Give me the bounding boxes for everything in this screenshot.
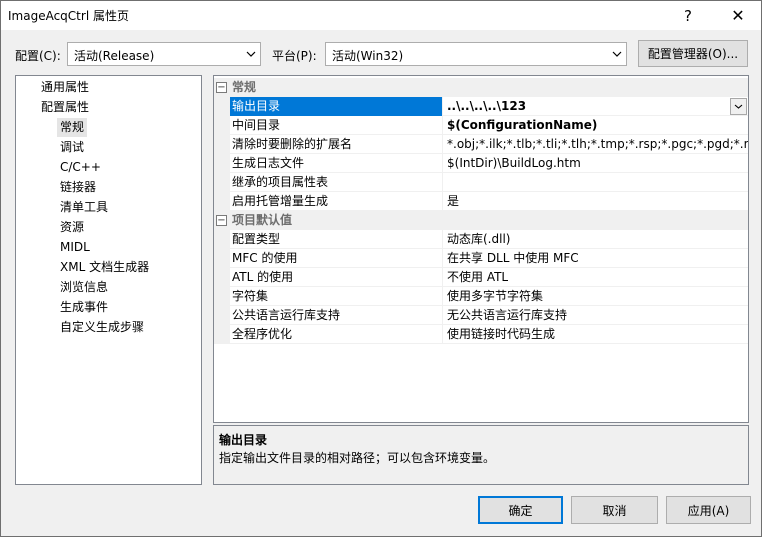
property-name: 输出目录 xyxy=(230,97,443,116)
property-row-build-log-file[interactable]: 生成日志文件 $(IntDir)\BuildLog.htm xyxy=(214,154,748,173)
category-label: 项目默认值 xyxy=(232,213,293,227)
tree-item-linker[interactable]: 链接器 xyxy=(57,178,99,197)
property-value[interactable]: 无公共语言运行库支持 xyxy=(444,306,748,325)
property-name: 清除时要删除的扩展名 xyxy=(230,135,443,154)
tree-item-midl[interactable]: MIDL xyxy=(57,238,93,257)
configuration-label: 配置(C): xyxy=(15,49,61,63)
cancel-button[interactable]: 取消 xyxy=(571,496,658,524)
property-name: 公共语言运行库支持 xyxy=(230,306,443,325)
configuration-manager-button[interactable]: 配置管理器(O)... xyxy=(638,40,748,67)
property-tree: 通用属性 配置属性 常规 调试 C/C++ 链接器 清单工具 资源 MIDL X… xyxy=(15,75,202,485)
property-row-managed-incremental-build[interactable]: 启用托管增量生成 是 xyxy=(214,192,748,211)
category-label: 常规 xyxy=(232,80,257,94)
ok-button[interactable]: 确定 xyxy=(478,496,563,524)
tree-item-debugging[interactable]: 调试 xyxy=(57,138,87,157)
apply-button[interactable]: 应用(A) xyxy=(666,496,751,524)
property-value[interactable] xyxy=(444,173,748,192)
chevron-down-icon xyxy=(242,43,260,65)
property-value[interactable]: 使用多字节字符集 xyxy=(444,287,748,306)
property-value[interactable]: $(ConfigurationName) xyxy=(444,116,748,135)
help-button[interactable]: ? xyxy=(671,1,705,30)
tree-item-resources[interactable]: 资源 xyxy=(57,218,87,237)
property-value[interactable]: 不使用 ATL xyxy=(444,268,748,287)
description-pane: 输出目录 指定输出文件目录的相对路径；可以包含环境变量。 xyxy=(213,425,749,485)
property-row-inherited-property-sheets[interactable]: 继承的项目属性表 xyxy=(214,173,748,192)
property-value[interactable]: 使用链接时代码生成 xyxy=(444,325,748,344)
property-row-output-directory[interactable]: 输出目录 ..\..\..\..\123 xyxy=(214,97,748,116)
tree-item-xml-doc-generator[interactable]: XML 文档生成器 xyxy=(57,258,152,277)
configuration-value: 活动(Release) xyxy=(74,49,155,63)
property-pages-window: ImageAcqCtrl 属性页 ? ✕ 配置(C): 活动(Release) … xyxy=(0,0,762,537)
tree-item-custom-build-step[interactable]: 自定义生成步骤 xyxy=(57,318,147,337)
property-value[interactable]: *.obj;*.ilk;*.tlb;*.tli;*.tlh;*.tmp;*.rs… xyxy=(444,135,748,154)
title-bar: ImageAcqCtrl 属性页 ? ✕ xyxy=(1,1,761,30)
property-row-whole-program-optimization[interactable]: 全程序优化 使用链接时代码生成 xyxy=(214,325,748,344)
tree-item-common-properties[interactable]: 通用属性 xyxy=(38,78,92,97)
platform-label: 平台(P): xyxy=(272,49,317,63)
tree-item-c-cpp[interactable]: C/C++ xyxy=(57,158,104,177)
property-name: 生成日志文件 xyxy=(230,154,443,173)
property-row-character-set[interactable]: 字符集 使用多字节字符集 xyxy=(214,287,748,306)
window-title: ImageAcqCtrl 属性页 xyxy=(8,9,129,23)
property-name: 中间目录 xyxy=(230,116,443,135)
category-general[interactable]: − 常规 xyxy=(214,78,748,97)
property-row-intermediate-directory[interactable]: 中间目录 $(ConfigurationName) xyxy=(214,116,748,135)
platform-value: 活动(Win32) xyxy=(332,49,404,63)
property-row-extensions-to-delete[interactable]: 清除时要删除的扩展名 *.obj;*.ilk;*.tlb;*.tli;*.tlh… xyxy=(214,135,748,154)
property-row-use-of-mfc[interactable]: MFC 的使用 在共享 DLL 中使用 MFC xyxy=(214,249,748,268)
property-grid: − 常规 输出目录 ..\..\..\..\123 中间目录 $(Configu… xyxy=(213,75,749,423)
tree-item-configuration-properties[interactable]: 配置属性 xyxy=(38,98,92,117)
tree-item-general[interactable]: 常规 xyxy=(57,118,88,137)
property-value[interactable]: 在共享 DLL 中使用 MFC xyxy=(444,249,748,268)
property-name: 全程序优化 xyxy=(230,325,443,344)
property-name: 字符集 xyxy=(230,287,443,306)
property-row-clr-support[interactable]: 公共语言运行库支持 无公共语言运行库支持 xyxy=(214,306,748,325)
property-name: 继承的项目属性表 xyxy=(230,173,443,192)
description-title: 输出目录 xyxy=(219,433,268,447)
chevron-down-icon[interactable] xyxy=(730,98,747,115)
tree-item-browse-information[interactable]: 浏览信息 xyxy=(57,278,111,297)
property-value[interactable]: ..\..\..\..\123 xyxy=(444,97,748,116)
property-row-use-of-atl[interactable]: ATL 的使用 不使用 ATL xyxy=(214,268,748,287)
collapse-icon[interactable]: − xyxy=(216,215,227,226)
property-name: MFC 的使用 xyxy=(230,249,443,268)
property-value[interactable]: 是 xyxy=(444,192,748,211)
property-name: 配置类型 xyxy=(230,230,443,249)
category-project-defaults[interactable]: − 项目默认值 xyxy=(214,211,748,230)
property-value[interactable]: $(IntDir)\BuildLog.htm xyxy=(444,154,748,173)
property-name: ATL 的使用 xyxy=(230,268,443,287)
property-name: 启用托管增量生成 xyxy=(230,192,443,211)
collapse-icon[interactable]: − xyxy=(216,82,227,93)
platform-dropdown[interactable]: 活动(Win32) xyxy=(325,42,627,66)
property-value[interactable]: 动态库(.dll) xyxy=(444,230,748,249)
chevron-down-icon xyxy=(608,43,626,65)
tree-item-manifest-tool[interactable]: 清单工具 xyxy=(57,198,111,217)
configuration-dropdown[interactable]: 活动(Release) xyxy=(67,42,261,66)
close-button[interactable]: ✕ xyxy=(721,1,755,30)
property-row-configuration-type[interactable]: 配置类型 动态库(.dll) xyxy=(214,230,748,249)
description-text: 指定输出文件目录的相对路径；可以包含环境变量。 xyxy=(219,451,496,465)
tree-item-build-events[interactable]: 生成事件 xyxy=(57,298,111,317)
